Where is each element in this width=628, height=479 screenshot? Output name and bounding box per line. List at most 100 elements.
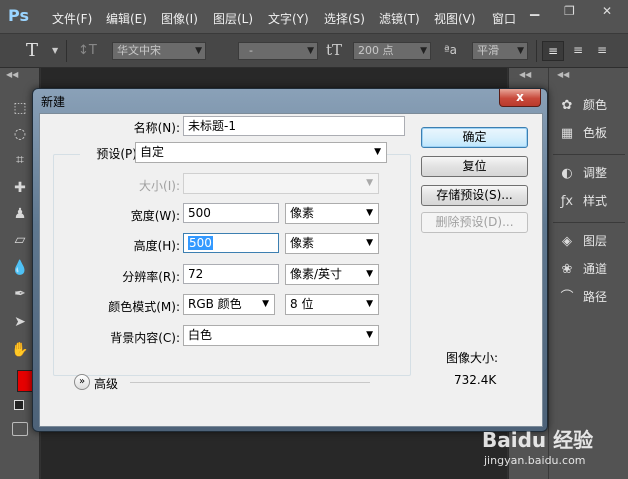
crop-tool-icon[interactable]: ⌗ <box>10 150 30 170</box>
menu-filter[interactable]: 滤镜(T) <box>379 10 420 27</box>
channels-icon: ❀ <box>561 262 573 277</box>
panel-label: 通道 <box>583 262 608 276</box>
panel-channels[interactable]: ❀ 通道 <box>557 258 607 280</box>
width-field[interactable]: 500 <box>183 203 279 223</box>
chevron-down-icon: ▼ <box>366 330 373 340</box>
panel-label: 路径 <box>583 290 608 304</box>
anti-alias-value: 平滑 <box>477 44 499 57</box>
advanced-toggle-button[interactable]: » <box>74 374 90 390</box>
preset-select[interactable]: 自定 ▼ <box>135 142 387 163</box>
panel-color[interactable]: ✿ 颜色 <box>557 94 607 116</box>
text-orientation-icon[interactable]: ↕T <box>78 43 97 58</box>
ok-button[interactable]: 确定 <box>421 127 528 148</box>
eraser-tool-icon[interactable]: ▱ <box>10 230 30 250</box>
lasso-tool-icon[interactable]: ◌ <box>10 124 30 144</box>
menu-view[interactable]: 视图(V) <box>434 10 476 27</box>
width-unit-select[interactable]: 像素 ▼ <box>285 203 379 224</box>
collapse-icon[interactable]: ◀◀ <box>557 70 569 79</box>
height-field[interactable]: 500 <box>183 233 279 253</box>
resolution-unit-select[interactable]: 像素/英寸 ▼ <box>285 264 379 285</box>
chevron-down-icon: ▼ <box>366 299 373 309</box>
panel-adjustments[interactable]: ◐ 调整 <box>557 162 607 184</box>
panel-styles[interactable]: ƒx 样式 <box>557 190 607 212</box>
image-size-label: 图像大小: <box>446 351 499 365</box>
color-mode-value: RGB 颜色 <box>188 297 242 311</box>
divider <box>130 382 370 383</box>
reset-button[interactable]: 复位 <box>421 156 528 177</box>
panel-label: 调整 <box>583 166 608 180</box>
collapse-icon[interactable]: ◀◀ <box>6 70 18 79</box>
preset-value: 自定 <box>140 145 165 159</box>
marquee-tool-icon[interactable]: ⬚ <box>10 98 30 118</box>
adjustments-icon: ◐ <box>561 166 573 181</box>
font-family-value: 华文中宋 <box>117 44 161 57</box>
photoshop-logo: Ps <box>8 6 29 25</box>
divider <box>536 40 537 62</box>
menu-window[interactable]: 窗口 <box>492 10 516 27</box>
chevron-down-icon: ▼ <box>307 46 314 56</box>
quick-mask-icon[interactable] <box>12 422 28 436</box>
size-label: 大小(I): <box>139 179 180 193</box>
menu-type[interactable]: 文字(Y) <box>268 10 309 27</box>
name-label: 名称(N): <box>133 121 180 135</box>
chevron-down-icon: ▼ <box>517 46 524 56</box>
minimize-icon: ▁ <box>530 2 540 16</box>
chevron-down-icon[interactable]: ▼ <box>52 46 58 55</box>
default-colors-icon[interactable] <box>14 400 24 410</box>
align-right-button[interactable]: ≡ <box>592 41 612 61</box>
close-window-button[interactable]: ✕ <box>588 0 626 24</box>
dialog-close-button[interactable]: x <box>499 89 541 107</box>
path-select-tool-icon[interactable]: ➤ <box>10 312 30 332</box>
align-center-button[interactable]: ≡ <box>568 41 588 61</box>
image-size-value: 732.4K <box>454 373 497 387</box>
close-icon: x <box>516 90 524 104</box>
pen-tool-icon[interactable]: ✒ <box>10 284 30 304</box>
height-unit-select[interactable]: 像素 ▼ <box>285 233 379 254</box>
panel-swatches[interactable]: ▦ 色板 <box>557 122 607 144</box>
menu-file[interactable]: 文件(F) <box>52 10 92 27</box>
resolution-field[interactable]: 72 <box>183 264 279 284</box>
save-preset-button[interactable]: 存储预设(S)... <box>421 185 528 206</box>
layers-icon: ◈ <box>562 234 572 249</box>
bit-depth-select[interactable]: 8 位 ▼ <box>285 294 379 315</box>
chevron-down-icon: ▼ <box>366 269 373 279</box>
color-mode-label: 颜色模式(M): <box>108 300 180 314</box>
type-tool-icon[interactable]: T <box>26 40 38 61</box>
menu-image[interactable]: 图像(I) <box>161 10 198 27</box>
menu-select[interactable]: 选择(S) <box>324 10 365 27</box>
palette-icon: ✿ <box>561 98 573 113</box>
menu-edit[interactable]: 编辑(E) <box>106 10 147 27</box>
panel-label: 色板 <box>583 126 608 140</box>
font-family-select[interactable]: 华文中宋 ▼ <box>112 42 206 60</box>
background-select[interactable]: 白色 ▼ <box>183 325 379 346</box>
anti-alias-select[interactable]: 平滑 ▼ <box>472 42 528 60</box>
font-style-select[interactable]: - ▼ <box>238 42 318 60</box>
restore-icon: ❐ <box>564 4 575 18</box>
panel-label: 样式 <box>583 194 608 208</box>
align-left-icon: ≡ <box>547 44 559 58</box>
swatches-icon: ▦ <box>560 126 574 141</box>
dialog-title: 新建 <box>41 95 66 109</box>
collapse-icon[interactable]: ◀◀ <box>519 70 531 79</box>
chevron-down-icon: ▼ <box>195 46 202 56</box>
spot-heal-tool-icon[interactable]: ✚ <box>10 178 30 198</box>
font-size-select[interactable]: 200 点 ▼ <box>353 42 431 60</box>
chevron-down-icon: ▼ <box>420 46 427 56</box>
restore-button[interactable]: ❐ <box>552 0 586 24</box>
resolution-unit-value: 像素/英寸 <box>290 267 343 281</box>
new-document-dialog: 新建 x 名称(N): 未标题-1 预设(P): 自定 ▼ 大小(I): ▼ 宽度… <box>32 88 548 432</box>
color-mode-select[interactable]: RGB 颜色 ▼ <box>183 294 275 315</box>
stamp-tool-icon[interactable]: ♟ <box>10 204 30 224</box>
align-left-button[interactable]: ≡ <box>542 41 564 61</box>
name-field[interactable]: 未标题-1 <box>183 116 405 136</box>
minimize-button[interactable]: ▁ <box>518 0 552 24</box>
bit-depth-value: 8 位 <box>290 297 314 311</box>
panel-paths[interactable]: ⌒ 路径 <box>557 286 607 308</box>
panel-layers[interactable]: ◈ 图层 <box>557 230 607 252</box>
panel-label: 颜色 <box>583 98 608 112</box>
width-label: 宽度(W): <box>130 209 180 223</box>
blur-tool-icon[interactable]: 💧 <box>10 258 30 278</box>
hand-tool-icon[interactable]: ✋ <box>10 340 30 360</box>
dialog-body: 名称(N): 未标题-1 预设(P): 自定 ▼ 大小(I): ▼ 宽度(W): … <box>39 113 543 427</box>
menu-layer[interactable]: 图层(L) <box>213 10 253 27</box>
